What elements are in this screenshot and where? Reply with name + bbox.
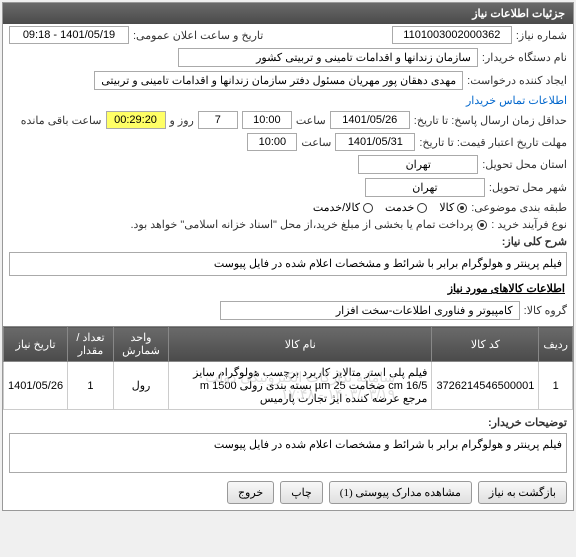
th-name: نام کالا xyxy=(169,327,432,362)
th-qty: تعداد / مقدار xyxy=(68,327,114,362)
deadline-label: حداقل زمان ارسال پاسخ: تا تاریخ: xyxy=(414,114,567,127)
radio-goods[interactable]: کالا xyxy=(439,201,467,214)
items-section-title: اطلاعات کالاهای مورد نیاز xyxy=(3,278,573,299)
days-label: روز و xyxy=(170,114,194,127)
announce-label: تاریخ و ساعت اعلان عمومی: xyxy=(133,29,263,42)
validity-label: مهلت تاریخ اعتبار قیمت: تا تاریخ: xyxy=(419,136,567,149)
radio-icon xyxy=(417,203,427,213)
deadline-date: 1401/05/26 xyxy=(330,111,410,129)
validity-time: 10:00 xyxy=(247,133,297,151)
radio-both[interactable]: کالا/خدمت xyxy=(313,201,373,214)
need-details-panel: جزئیات اطلاعات نیاز شماره نیاز: 11010030… xyxy=(2,2,574,511)
radio-icon xyxy=(363,203,373,213)
buy-type-label: نوع فرآیند خرید : xyxy=(491,218,567,231)
th-unit: واحد شمارش xyxy=(113,327,168,362)
th-code: کد کالا xyxy=(432,327,539,362)
announce-value: 1401/05/19 - 09:18 xyxy=(9,26,129,44)
buyer-label: نام دستگاه خریدار: xyxy=(482,51,567,64)
cell-unit: رول xyxy=(113,362,168,410)
city-req-value: تهران xyxy=(358,155,478,174)
goods-group-value: کامپیوتر و فناوری اطلاعات-سخت افزار xyxy=(220,301,520,320)
desc-value: فیلم پرینتر و هولوگرام برابر با شرائط و … xyxy=(9,252,567,276)
radio-icon xyxy=(457,203,467,213)
cell-row: 1 xyxy=(539,362,573,410)
deadline-time: 10:00 xyxy=(242,111,292,129)
button-bar: بازگشت به نیاز مشاهده مدارک پیوستی (1) چ… xyxy=(3,475,573,510)
th-date: تاریخ نیاز xyxy=(4,327,68,362)
days-value: 7 xyxy=(198,111,238,129)
buy-type-note: پرداخت تمام یا بخشی از مبلغ خرید،از محل … xyxy=(130,218,473,231)
radio-service[interactable]: خدمت xyxy=(385,201,427,214)
cell-code: 3726214546500001 xyxy=(432,362,539,410)
cell-name: فیلم پلی استر متالایز کاربرد برچسب هولوگ… xyxy=(169,362,432,410)
th-row: ردیف xyxy=(539,327,573,362)
validity-date: 1401/05/31 xyxy=(335,133,415,151)
panel-title: جزئیات اطلاعات نیاز xyxy=(3,3,573,24)
city-del-value: تهران xyxy=(365,178,485,197)
countdown-value: 00:29:20 xyxy=(106,111,166,129)
remain-label: ساعت باقی مانده xyxy=(21,114,102,127)
creator-label: ایجاد کننده درخواست: xyxy=(467,74,567,87)
desc-label: شرح کلی نیاز: xyxy=(502,235,567,248)
back-button[interactable]: بازگشت به نیاز xyxy=(478,481,567,504)
table-row: 1 3726214546500001 فیلم پلی استر متالایز… xyxy=(4,362,573,410)
city-req-label: استان محل تحویل: xyxy=(482,158,567,171)
attachments-button[interactable]: مشاهده مدارک پیوستی (1) xyxy=(329,481,472,504)
cell-date: 1401/05/26 xyxy=(4,362,68,410)
creator-value: مهدی دهقان پور مهریان مسئول دفتر سازمان … xyxy=(94,71,463,90)
need-no-value: 1101003002000362 xyxy=(392,26,512,44)
print-button[interactable]: چاپ xyxy=(280,481,323,504)
explain-label: توضیحات خریدار: xyxy=(488,416,567,429)
goods-group-label: گروه کالا: xyxy=(524,304,567,317)
city-del-label: شهر محل تحویل: xyxy=(489,181,567,194)
radio-icon[interactable] xyxy=(477,220,487,230)
buyer-value: سازمان زندانها و اقدامات تامینی و تربیتی… xyxy=(178,48,478,67)
category-radio-group: کالا خدمت کالا/خدمت xyxy=(313,201,467,214)
contact-link[interactable]: اطلاعات تماس خریدار xyxy=(466,94,567,107)
exit-button[interactable]: خروج xyxy=(227,481,274,504)
cell-qty: 1 xyxy=(68,362,114,410)
explain-value: فیلم پرینتر و هولوگرام برابر با شرائط و … xyxy=(9,433,567,473)
time-label-2: ساعت xyxy=(301,136,331,149)
items-table: ردیف کد کالا نام کالا واحد شمارش تعداد /… xyxy=(3,326,573,410)
group-label: طبقه بندی موضوعی: xyxy=(471,201,567,214)
time-label-1: ساعت xyxy=(296,114,326,127)
need-no-label: شماره نیاز: xyxy=(516,29,567,42)
